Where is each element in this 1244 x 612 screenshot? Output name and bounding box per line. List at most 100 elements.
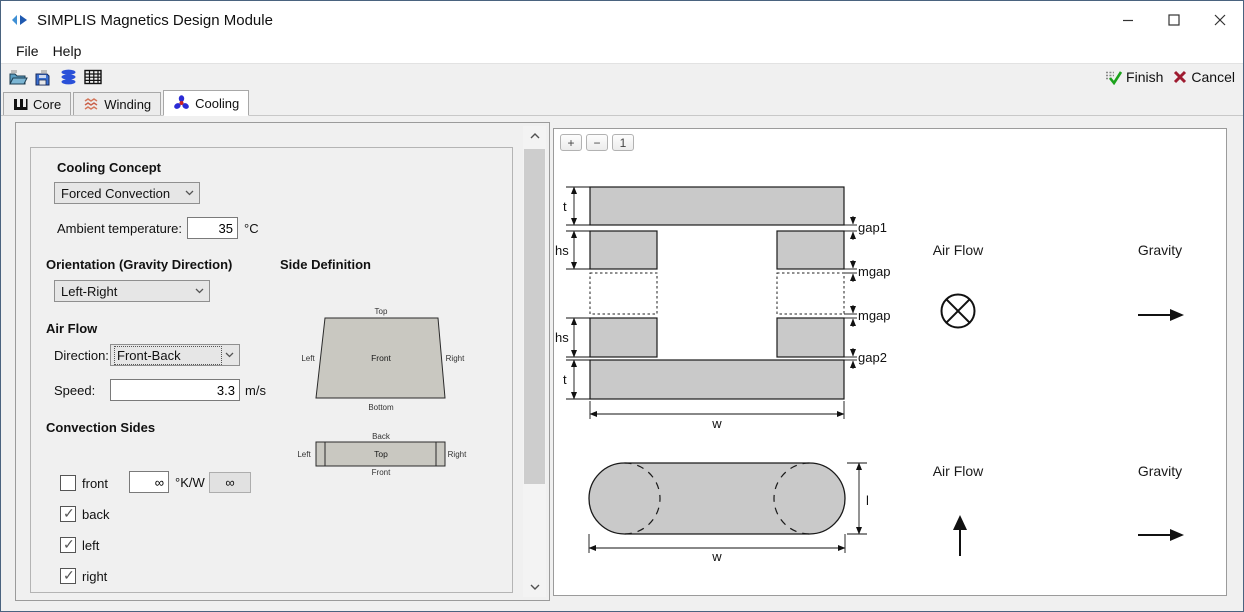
finish-check-icon (1105, 69, 1122, 85)
maximize-button[interactable] (1151, 1, 1197, 39)
zoom-in-button[interactable]: + (560, 134, 582, 151)
direction-label: Direction: (54, 348, 109, 363)
front-resistance-unit: °K/W (175, 475, 205, 490)
svg-text:Air Flow: Air Flow (933, 242, 984, 258)
save-button[interactable] (31, 66, 55, 88)
open-icon (9, 69, 28, 86)
title-bar: SIMPLIS Magnetics Design Module (1, 1, 1243, 39)
left-label: left (82, 538, 99, 553)
svg-text:gap1: gap1 (858, 220, 887, 235)
menu-help[interactable]: Help (46, 41, 89, 61)
app-window: SIMPLIS Magnetics Design Module File Hel… (0, 0, 1244, 612)
minimize-button[interactable] (1105, 1, 1151, 39)
svg-text:l: l (866, 493, 869, 508)
menu-file[interactable]: File (9, 41, 46, 61)
orientation-value: Left-Right (59, 283, 191, 300)
diagram-panel: + − 1 (553, 128, 1227, 596)
svg-text:Top: Top (375, 307, 388, 316)
svg-text:Left: Left (301, 354, 315, 363)
core-cross-section (590, 187, 844, 399)
core-cooling-diagram: t hs hs t gap1 mgap mgap gap (554, 129, 1226, 595)
back-checkbox[interactable] (60, 506, 76, 522)
tab-core[interactable]: Core (3, 92, 71, 115)
svg-text:Top: Top (374, 449, 388, 459)
tab-bar: Core Winding Cooling (1, 90, 1243, 116)
table-button[interactable] (81, 66, 105, 88)
database-button[interactable] (56, 66, 80, 88)
zoom-out-button[interactable]: − (586, 134, 608, 151)
svg-text:gap2: gap2 (858, 350, 887, 365)
svg-text:t: t (563, 199, 567, 214)
svg-text:hs: hs (555, 243, 569, 258)
airflow-direction-select[interactable]: Front-Back (110, 344, 240, 366)
svg-text:Gravity: Gravity (1138, 463, 1182, 479)
airflow-up-arrow-icon (953, 515, 967, 556)
svg-text:Right: Right (448, 450, 467, 459)
zoom-100-button[interactable]: 1 (612, 134, 634, 151)
cooling-fan-icon (173, 95, 190, 111)
svg-text:Back: Back (372, 432, 391, 441)
left-dimension-lines (566, 187, 590, 399)
front-resistance-input[interactable] (129, 471, 169, 493)
chevron-down-icon (181, 190, 197, 196)
tab-cooling-label: Cooling (195, 96, 239, 111)
cancel-x-icon (1173, 70, 1187, 84)
svg-text:hs: hs (555, 330, 569, 345)
svg-text:Right: Right (446, 354, 465, 363)
speed-input[interactable] (110, 379, 240, 401)
coil-former-shape (589, 463, 845, 534)
tab-winding[interactable]: Winding (73, 92, 161, 115)
gravity-right-arrow-icon (1138, 309, 1184, 321)
svg-text:Front: Front (372, 468, 391, 477)
svg-text:mgap: mgap (858, 264, 891, 279)
front-label: front (82, 476, 108, 491)
main-toolbar: Finish Cancel (1, 63, 1243, 90)
svg-text:t: t (563, 372, 567, 387)
svg-text:Air Flow: Air Flow (933, 463, 984, 479)
finish-label: Finish (1126, 69, 1163, 85)
convection-sides-heading: Convection Sides (46, 420, 155, 435)
chevron-down-icon (221, 352, 237, 358)
svg-text:Bottom: Bottom (368, 403, 394, 412)
svg-text:w: w (711, 416, 722, 431)
svg-text:w: w (711, 549, 722, 564)
core-icon (13, 98, 28, 111)
tab-cooling[interactable]: Cooling (163, 90, 249, 116)
front-infinity-button[interactable]: ∞ (209, 472, 251, 493)
svg-text:Front: Front (371, 353, 391, 363)
ambient-temperature-label: Ambient temperature: (57, 221, 182, 236)
right-checkbox[interactable] (60, 568, 76, 584)
orientation-heading: Orientation (Gravity Direction) (46, 257, 232, 272)
cooling-settings-panel: Cooling Concept Forced Convection Ambien… (15, 122, 550, 601)
database-icon (60, 69, 77, 85)
chevron-down-icon (191, 288, 207, 294)
scroll-up-icon[interactable] (523, 126, 546, 146)
cancel-button[interactable]: Cancel (1173, 69, 1235, 85)
cancel-label: Cancel (1191, 69, 1235, 85)
left-panel-scrollbar[interactable] (523, 126, 546, 597)
side-definition-diagram: Top Left Front Right Bottom Back Left To… (292, 299, 482, 484)
left-checkbox[interactable] (60, 537, 76, 553)
winding-icon (83, 97, 99, 111)
save-icon (34, 69, 52, 86)
window-title: SIMPLIS Magnetics Design Module (37, 12, 273, 29)
coil-length-dimension (847, 463, 867, 534)
cooling-concept-select[interactable]: Forced Convection (54, 182, 200, 204)
scrollbar-thumb[interactable] (524, 149, 545, 484)
finish-button[interactable]: Finish (1105, 69, 1163, 85)
ambient-temperature-input[interactable] (187, 217, 238, 239)
orientation-select[interactable]: Left-Right (54, 280, 210, 302)
airflow-direction-value: Front-Back (115, 347, 221, 364)
airflow-into-page-icon (942, 295, 975, 328)
back-label: back (82, 507, 109, 522)
right-label: right (82, 569, 107, 584)
open-button[interactable] (6, 66, 30, 88)
tab-winding-label: Winding (104, 97, 151, 112)
cooling-concept-heading: Cooling Concept (57, 160, 161, 175)
front-checkbox[interactable] (60, 475, 76, 491)
speed-unit: m/s (245, 383, 266, 398)
scroll-down-icon[interactable] (523, 577, 546, 597)
table-icon (84, 69, 102, 85)
svg-text:Gravity: Gravity (1138, 242, 1182, 258)
close-button[interactable] (1197, 1, 1243, 39)
